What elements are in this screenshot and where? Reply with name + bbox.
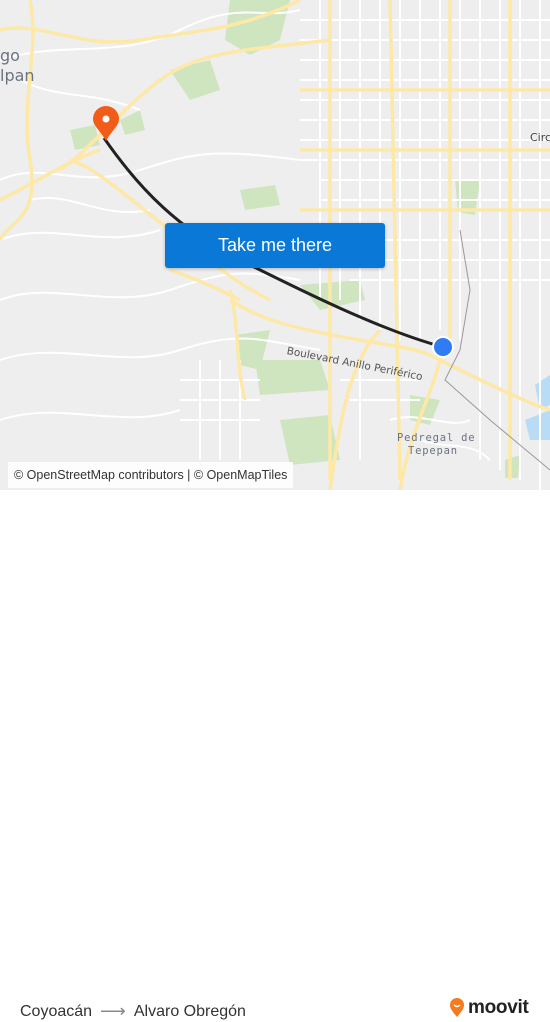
map-label-circuito: Circu [530,131,550,144]
moovit-wordmark: moovit [468,997,529,1018]
map-attribution: © OpenStreetMap contributors | © OpenMap… [8,462,294,488]
route-summary: Coyoacán ⟶ Alvaro Obregón [20,1001,246,1022]
attribution-text[interactable]: © OpenStreetMap contributors | © OpenMap… [14,468,287,482]
origin-marker[interactable] [434,338,452,356]
map-label-city: lpan [0,66,35,85]
destination-name: Alvaro Obregón [133,1002,246,1020]
moovit-pin-icon [450,998,464,1017]
map[interactable]: go lpan Circu Boulevard Anillo Periféric… [0,0,550,490]
take-me-there-button[interactable]: Take me there [165,223,385,268]
map-label-city: go [0,46,20,65]
arrow-right-icon: ⟶ [100,1001,126,1021]
footer: Coyoacán ⟶ Alvaro Obregón moovit [0,490,550,1021]
map-label-pedregal: Pedregal de [397,432,476,444]
map-label-tepepan: Tepepan [408,445,458,457]
moovit-logo[interactable]: moovit [449,997,529,1019]
origin-name: Coyoacán [20,1002,93,1020]
